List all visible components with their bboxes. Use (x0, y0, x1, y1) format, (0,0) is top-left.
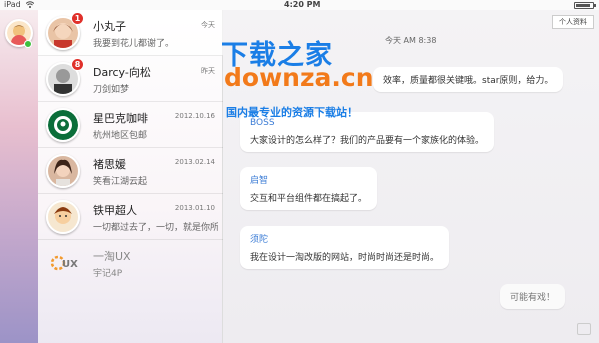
watermark-slogan: 国内最专业的资源下载站！ (226, 106, 358, 119)
contact-date: 2013.01.10 (174, 204, 215, 212)
contact-item[interactable]: 褚思媛 笑看江湖云起 2013.02.14 (38, 148, 223, 194)
contact-name: 星巴克咖啡 (93, 112, 148, 125)
battery-icon (574, 2, 596, 9)
contact-item[interactable]: 8 Darcy-向松 刀剑如梦 昨天 (38, 56, 223, 102)
message-text: 交互和平台组件都在搞起了。 (250, 194, 368, 204)
contact-item[interactable]: 星巴克咖啡 杭州地区包邮 2012.10.16 (38, 102, 223, 148)
status-clock: 4:20 PM (284, 0, 321, 9)
online-status-icon (24, 40, 32, 48)
chat-timestamp: 今天 AM 8:38 (385, 36, 437, 45)
message-text: 我在设计一淘改版的网站，时尚时尚还是时尚。 (250, 253, 440, 263)
contact-date: 2012.10.16 (174, 112, 215, 120)
message-bubble: 启智 交互和平台组件都在搞起了。 (240, 167, 378, 210)
contact-preview: 宇记4P (93, 269, 123, 279)
contact-preview: 刀剑如梦 (93, 85, 130, 95)
contact-list: 1 小丸子 我要到花儿都谢了。 今天 8 Darcy-向松 刀剑如梦 昨天 星巴… (38, 10, 223, 343)
my-message-bubble: 可能有戏！ (500, 284, 566, 309)
starbucks-logo (46, 108, 80, 142)
watermark-domain: downza.cn (224, 63, 374, 92)
status-bar: iPad 4:20 PM (0, 0, 599, 10)
profile-button[interactable]: 个人资料 (552, 15, 594, 29)
cartoon-avatar (46, 200, 80, 234)
message-text: 大家设计的怎么样了？我们的产品要有一个家族化的体验。 (250, 136, 485, 146)
left-strip (0, 10, 38, 343)
ux-logo: UX (46, 246, 80, 280)
svg-text:UX: UX (62, 259, 78, 270)
contact-preview: 杭州地区包邮 (93, 131, 148, 141)
message-sender: 须陀 (250, 235, 269, 245)
contact-date: 2013.02.14 (174, 158, 215, 166)
message-bubble: 须陀 我在设计一淘改版的网站，时尚时尚还是时尚。 (240, 226, 450, 269)
contact-preview: 笑看江湖云起 (93, 177, 148, 187)
contact-date: 昨天 (201, 67, 215, 75)
contact-name: 褚思媛 (93, 158, 126, 171)
contact-preview: 我要到花儿都谢了。 (93, 39, 175, 49)
contact-item[interactable]: UX 一淘UX 宇记4P (38, 240, 223, 286)
compose-icon[interactable] (577, 323, 591, 335)
contact-name: Darcy-向松 (93, 66, 151, 79)
unread-badge: 1 (71, 12, 84, 25)
device-label: iPad (4, 0, 21, 9)
message-text: 效率，质量都很关键哦。star原则，给力。 (383, 76, 554, 86)
wifi-icon (26, 1, 34, 8)
message-text: 可能有戏！ (510, 293, 556, 303)
contact-date: 今天 (201, 21, 215, 29)
contact-name: 铁甲超人 (93, 204, 137, 217)
message-bubble: 效率，质量都很关键哦。star原则，给力。 (373, 67, 564, 92)
message-sender: 启智 (250, 176, 269, 186)
contact-preview: 一切都过去了，一切，就是你所看... (93, 223, 218, 233)
contact-name: 一淘UX (93, 250, 131, 263)
contact-item[interactable]: 铁甲超人 一切都过去了，一切，就是你所看... 2013.01.10 (38, 194, 223, 240)
battery-fill (576, 4, 590, 7)
contact-item[interactable]: 1 小丸子 我要到花儿都谢了。 今天 (38, 10, 223, 56)
unread-badge: 8 (71, 58, 84, 71)
contact-name: 小丸子 (93, 20, 126, 33)
woman-avatar (46, 154, 80, 188)
